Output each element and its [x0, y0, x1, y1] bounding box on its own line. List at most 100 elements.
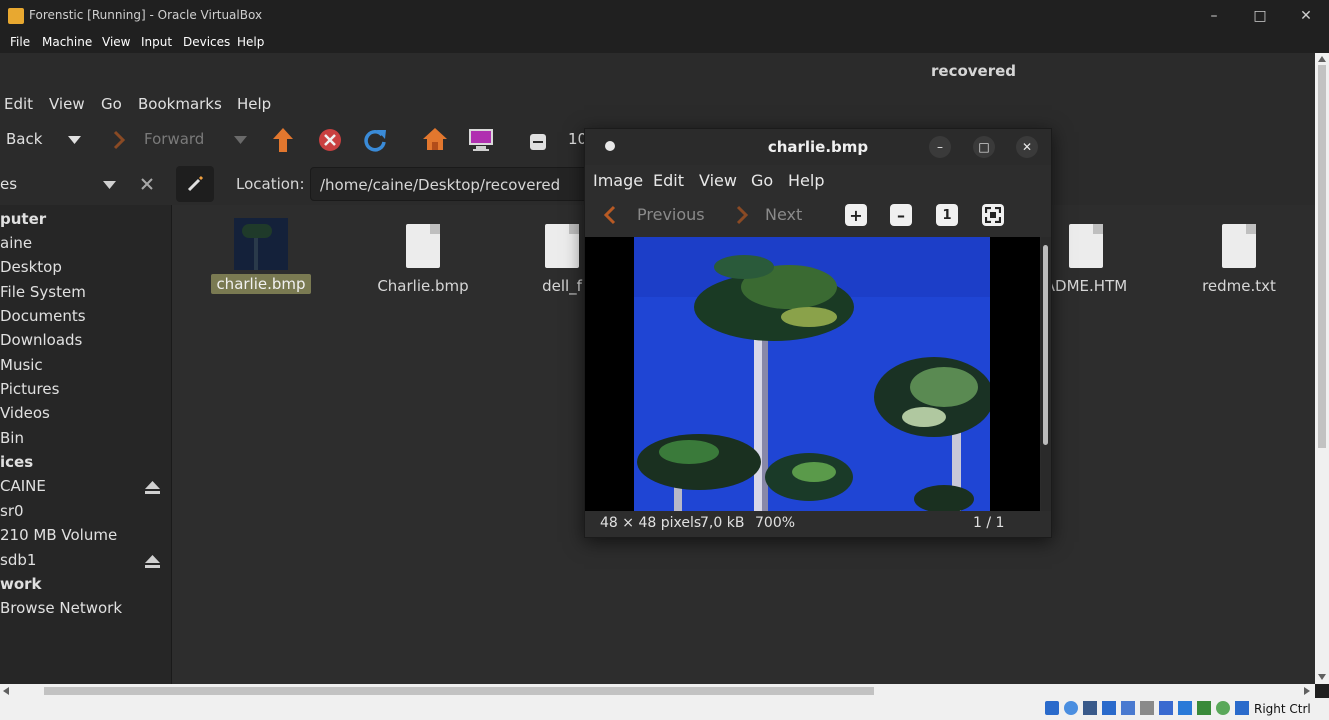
image-canvas[interactable] [585, 237, 1040, 511]
forward-button[interactable]: Forward [144, 130, 204, 148]
file-item[interactable]: ADME.HTM [1041, 224, 1131, 295]
fm-menu-bookmarks[interactable]: Bookmarks [138, 95, 222, 113]
sidebar-item-home[interactable]: aine [0, 234, 32, 252]
mouse-integration-icon[interactable] [1216, 701, 1230, 715]
fit-to-window-icon[interactable] [982, 204, 1004, 226]
viewer-menu-view[interactable]: View [699, 171, 737, 190]
viewer-menu-image[interactable]: Image [593, 171, 643, 190]
eject-icon[interactable] [145, 555, 160, 569]
menu-machine[interactable]: Machine [42, 35, 92, 49]
zoom-normal-icon[interactable]: 1 [936, 204, 958, 226]
zoom-out-icon[interactable]: – [890, 204, 912, 226]
host-key-label: Right Ctrl [1254, 702, 1311, 716]
fm-menu-help[interactable]: Help [237, 95, 271, 113]
location-input[interactable]: /home/caine/Desktop/recovered [310, 167, 600, 201]
virtualbox-icon [8, 8, 24, 24]
file-item[interactable]: charlie.bmp [211, 218, 311, 294]
viewer-menu-go[interactable]: Go [751, 171, 773, 190]
cpu-icon[interactable] [1197, 701, 1211, 715]
edit-location-button[interactable] [176, 166, 214, 202]
sidebar-item-bin[interactable]: Bin [0, 429, 24, 447]
zoom-in-icon[interactable]: + [845, 204, 867, 226]
file-manager-menu: Edit View Go Bookmarks Help [0, 89, 1315, 120]
computer-icon[interactable] [468, 128, 494, 152]
previous-arrow-icon[interactable] [603, 204, 617, 226]
usb-icon[interactable] [1121, 701, 1135, 715]
host-key-icon[interactable] [1235, 701, 1249, 715]
next-button[interactable]: Next [765, 205, 802, 224]
viewer-title-bar: charlie.bmp – □ ✕ [585, 129, 1051, 165]
viewer-minimize-button[interactable]: – [929, 136, 951, 158]
viewer-scrollbar[interactable] [1041, 237, 1051, 511]
sidebar-item-music[interactable]: Music [0, 356, 43, 374]
network-icon[interactable] [1102, 701, 1116, 715]
fm-menu-view[interactable]: View [49, 95, 85, 113]
menu-devices[interactable]: Devices [183, 35, 230, 49]
hard-disk-icon[interactable] [1045, 701, 1059, 715]
file-item[interactable]: Charlie.bmp [373, 224, 473, 295]
scroll-right-icon[interactable] [1304, 687, 1310, 695]
menu-view[interactable]: View [102, 35, 130, 49]
display-icon[interactable] [1159, 701, 1173, 715]
back-dropdown-icon[interactable] [68, 136, 81, 144]
minimize-button[interactable]: – [1191, 0, 1237, 31]
horizontal-scrollbar[interactable] [0, 684, 1315, 698]
sidebar-item-desktop[interactable]: Desktop [0, 258, 62, 276]
viewer-status-bar: 48 × 48 pixels 7,0 kB 700% 1 / 1 [585, 511, 1051, 537]
sidebar-item-volume[interactable]: 210 MB Volume [0, 526, 117, 544]
fm-menu-edit[interactable]: Edit [4, 95, 33, 113]
sidebar-item-pictures[interactable]: Pictures [0, 380, 59, 398]
up-arrow-icon[interactable] [272, 127, 294, 153]
close-button[interactable]: ✕ [1283, 0, 1329, 31]
scroll-down-icon[interactable] [1318, 674, 1326, 680]
file-name: Charlie.bmp [377, 277, 469, 295]
scroll-up-icon[interactable] [1318, 56, 1326, 62]
viewer-scroll-thumb[interactable] [1043, 245, 1048, 445]
maximize-button[interactable]: □ [1237, 0, 1283, 31]
fm-menu-go[interactable]: Go [101, 95, 122, 113]
file-item[interactable]: redme.txt [1189, 224, 1289, 295]
sidebar-item-downloads[interactable]: Downloads [0, 331, 82, 349]
stop-icon[interactable] [318, 128, 342, 152]
places-dropdown-icon[interactable] [103, 181, 116, 189]
previous-button[interactable]: Previous [637, 205, 705, 224]
close-sidebar-icon[interactable] [141, 178, 153, 190]
viewer-menu-bar: Image Edit View Go Help [585, 165, 1051, 195]
viewer-maximize-button[interactable]: □ [973, 136, 995, 158]
home-icon[interactable] [422, 126, 448, 152]
viewer-menu-help[interactable]: Help [788, 171, 824, 190]
viewer-close-button[interactable]: ✕ [1016, 136, 1038, 158]
menu-file[interactable]: File [10, 35, 30, 49]
viewer-menu-edit[interactable]: Edit [653, 171, 684, 190]
image-file-size: 7,0 kB [700, 515, 745, 531]
forward-arrow-icon [113, 130, 126, 150]
horizontal-scroll-thumb[interactable] [44, 687, 874, 695]
menu-help[interactable]: Help [237, 35, 264, 49]
sidebar-item-documents[interactable]: Documents [0, 307, 86, 325]
shared-folder-icon[interactable] [1140, 701, 1154, 715]
sidebar-section-devices: ices [0, 453, 34, 471]
location-label: Location: [236, 175, 305, 193]
viewer-toolbar: Previous Next + – 1 [585, 195, 1051, 237]
sidebar-item-sdb1[interactable]: sdb1 [0, 551, 36, 569]
optical-drive-icon[interactable] [1064, 701, 1078, 715]
vertical-scrollbar[interactable] [1315, 53, 1329, 684]
sidebar-item-browse-network[interactable]: Browse Network [0, 599, 122, 617]
sidebar-item-caine[interactable]: CAINE [0, 477, 46, 495]
sidebar-item-sr0[interactable]: sr0 [0, 502, 24, 520]
forward-dropdown-icon[interactable] [234, 136, 247, 144]
vertical-scroll-thumb[interactable] [1318, 65, 1326, 448]
eject-icon[interactable] [145, 481, 160, 495]
sidebar-item-file-system[interactable]: File System [0, 283, 86, 301]
sidebar-item-videos[interactable]: Videos [0, 404, 50, 422]
audio-icon[interactable] [1083, 701, 1097, 715]
recording-icon[interactable] [1178, 701, 1192, 715]
back-button[interactable]: Back [6, 130, 42, 148]
location-path: /home/caine/Desktop/recovered [320, 176, 561, 194]
next-arrow-icon[interactable] [735, 204, 749, 226]
menu-input[interactable]: Input [141, 35, 172, 49]
scroll-left-icon[interactable] [3, 687, 9, 695]
zoom-out-icon[interactable] [530, 134, 546, 150]
reload-icon[interactable] [362, 127, 388, 153]
fit-icon-glyph [985, 207, 1001, 223]
